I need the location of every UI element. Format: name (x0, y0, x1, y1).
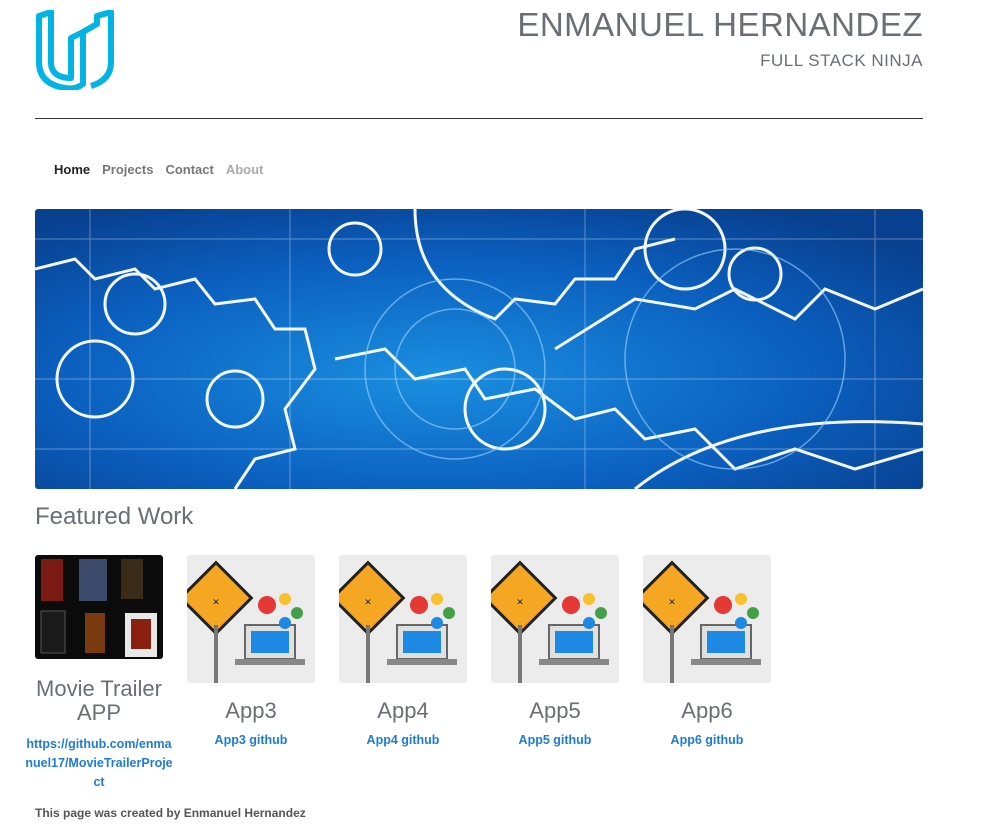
project-title: App4 (377, 698, 429, 723)
featured-work-title: Featured Work (35, 503, 194, 530)
project-title: Movie Trailer APP (36, 676, 162, 725)
svg-text:✕: ✕ (668, 598, 676, 608)
project-card: ✕ App3 App3 github (171, 555, 331, 750)
project-card: ✕ App4 App4 github (323, 555, 483, 750)
project-card: ✕ App5 App5 github (475, 555, 635, 750)
movie-posters-thumbnail[interactable] (35, 555, 163, 659)
nav-contact[interactable]: Contact (165, 162, 213, 178)
svg-text:✕: ✕ (516, 598, 524, 608)
project-link[interactable]: App4 github (323, 731, 483, 750)
project-title: App6 (681, 698, 733, 723)
main-nav: Home Projects Contact About (54, 162, 275, 178)
under-construction-thumbnail[interactable]: ✕ (187, 555, 315, 683)
header-divider (35, 118, 923, 119)
project-link[interactable]: App6 github (627, 731, 787, 750)
project-card: Movie Trailer APP https://github.com/enm… (19, 555, 179, 792)
nav-projects[interactable]: Projects (102, 162, 153, 178)
udacity-logo-icon[interactable] (35, 10, 117, 90)
project-link[interactable]: https://github.com/enmanuel17/MovieTrail… (19, 735, 179, 792)
project-link[interactable]: App3 github (171, 731, 331, 750)
footer-credit: This page was created by Enmanuel Hernan… (35, 806, 306, 820)
project-title: App5 (529, 698, 581, 723)
site-owner-role: FULL STACK NINJA (760, 51, 923, 70)
svg-text:✕: ✕ (212, 598, 220, 608)
project-link[interactable]: App5 github (475, 731, 635, 750)
nav-home[interactable]: Home (54, 162, 90, 178)
under-construction-thumbnail[interactable]: ✕ (491, 555, 619, 683)
project-card: ✕ App6 App6 github (627, 555, 787, 750)
under-construction-thumbnail[interactable]: ✕ (339, 555, 467, 683)
site-owner-name: ENMANUEL HERNANDEZ (517, 6, 923, 43)
svg-text:✕: ✕ (364, 598, 372, 608)
project-title: App3 (225, 698, 277, 723)
nav-about[interactable]: About (226, 162, 264, 178)
hero-gears-image (35, 209, 923, 489)
under-construction-thumbnail[interactable]: ✕ (643, 555, 771, 683)
